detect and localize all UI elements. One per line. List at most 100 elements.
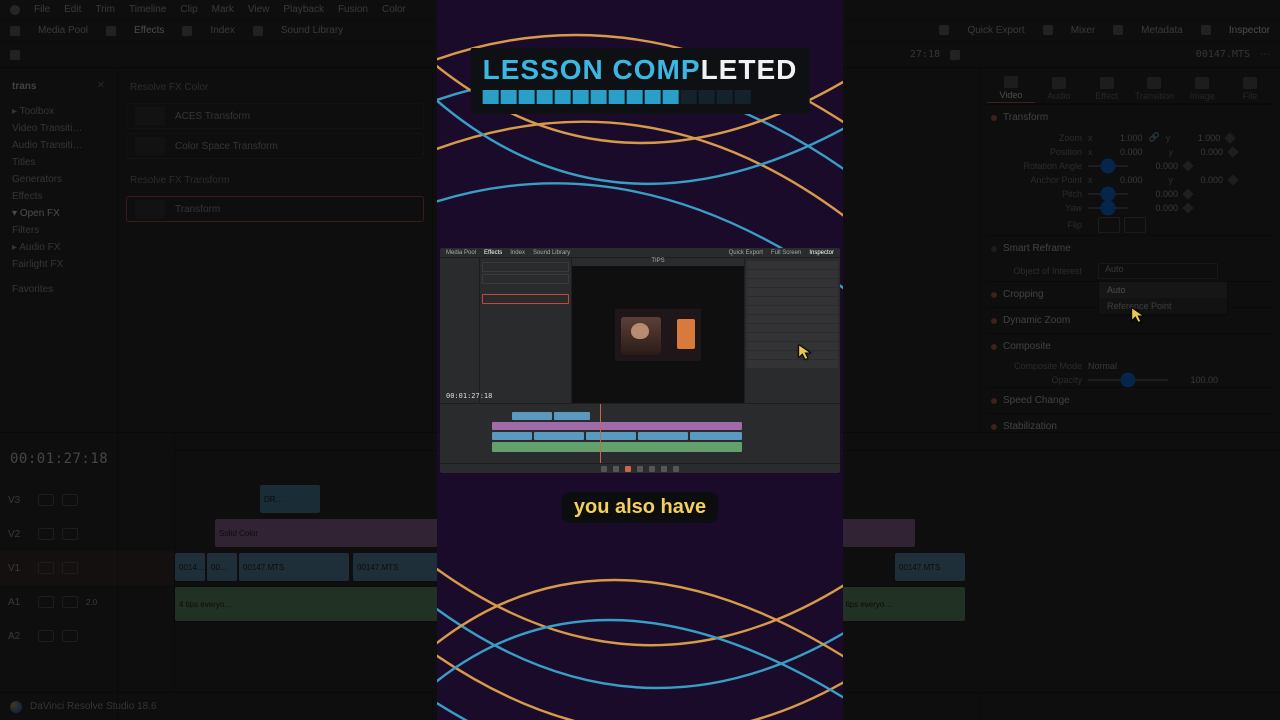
keyframe-icon[interactable] xyxy=(1227,146,1238,157)
clip-v3[interactable]: DR… xyxy=(260,485,320,513)
sidebar-item[interactable]: Fairlight FX xyxy=(6,256,111,273)
progress-bar xyxy=(483,90,798,104)
panel-metadata[interactable]: Metadata xyxy=(1141,25,1183,36)
fx-item-selected[interactable]: Transform xyxy=(126,196,424,222)
progress-cell xyxy=(681,90,697,104)
row-opacity[interactable]: Opacity100.00 xyxy=(987,373,1274,387)
sidebar-toolbox[interactable]: ▸ Toolbox xyxy=(6,103,111,120)
section-composite[interactable]: Composite xyxy=(987,333,1274,359)
mini-fx-list xyxy=(480,258,572,403)
tab-audio[interactable]: Audio xyxy=(1035,74,1083,103)
track-header-v2[interactable]: V2 xyxy=(0,517,174,551)
mini-title: TIPS xyxy=(572,258,744,266)
menu-color[interactable]: Color xyxy=(382,4,406,15)
opacity-slider[interactable] xyxy=(1088,379,1168,381)
row-rotation[interactable]: Rotation Angle0.000 xyxy=(987,159,1274,173)
menu-clip[interactable]: Clip xyxy=(180,4,197,15)
section-smart-reframe[interactable]: Smart Reframe xyxy=(987,235,1274,261)
keyframe-icon[interactable] xyxy=(1182,188,1193,199)
panel-sound-library[interactable]: Sound Library xyxy=(281,25,343,36)
progress-cell xyxy=(573,90,589,104)
tab-transition[interactable]: Transition xyxy=(1130,74,1178,103)
row-pitch[interactable]: Pitch0.000 xyxy=(987,187,1274,201)
flip-v-button[interactable] xyxy=(1124,217,1146,233)
track-header-a2[interactable]: A2 xyxy=(0,619,174,653)
media-pool-icon xyxy=(10,26,20,36)
clip-v1[interactable]: 00147.MTS xyxy=(895,553,965,581)
sidebar-item[interactable]: Titles xyxy=(6,154,111,171)
sidebar-item[interactable]: Effects xyxy=(6,188,111,205)
tab-file[interactable]: File xyxy=(1226,74,1274,103)
panel-quick-export[interactable]: Quick Export xyxy=(967,25,1024,36)
sidebar-item[interactable]: Audio Transiti… xyxy=(6,137,111,154)
sidebar-item[interactable]: Generators xyxy=(6,171,111,188)
track-header-v1[interactable]: V1 xyxy=(0,551,174,585)
section-speed-change[interactable]: Speed Change xyxy=(987,387,1274,413)
row-position[interactable]: Positionx0.000y0.000 xyxy=(987,145,1274,159)
keyframe-icon[interactable] xyxy=(1225,132,1236,143)
sidebar-item[interactable]: Video Transiti… xyxy=(6,120,111,137)
row-object-of-interest: Object of Interest Auto Auto Reference P… xyxy=(987,261,1274,281)
fx-item[interactable]: Color Space Transform xyxy=(126,133,424,159)
clear-search-icon[interactable]: ✕ xyxy=(91,77,111,94)
tab-image[interactable]: Image xyxy=(1178,74,1226,103)
rotation-slider[interactable] xyxy=(1088,165,1128,167)
dropdown-option-auto[interactable]: Auto xyxy=(1099,282,1227,298)
tab-video[interactable]: Video xyxy=(987,74,1035,103)
index-icon xyxy=(182,26,192,36)
mini-playhead xyxy=(600,404,601,463)
sidebar-favorites[interactable]: Favorites xyxy=(6,281,111,298)
clip-v1[interactable]: 0014… xyxy=(175,553,205,581)
row-composite-mode[interactable]: Composite ModeNormal xyxy=(987,359,1274,373)
clip-v1[interactable]: 00… xyxy=(207,553,237,581)
panel-inspector[interactable]: Inspector xyxy=(1229,25,1270,36)
track-header-a1[interactable]: A12.0 xyxy=(0,585,174,619)
pitch-slider[interactable] xyxy=(1088,193,1128,195)
cursor-icon xyxy=(1130,306,1154,330)
menu-playback[interactable]: Playback xyxy=(283,4,324,15)
image-icon xyxy=(1195,77,1209,89)
fx-thumb-icon xyxy=(135,137,165,155)
tab-effect[interactable]: Effect xyxy=(1083,74,1131,103)
sidebar-audio-fx[interactable]: ▸ Audio FX xyxy=(6,239,111,256)
menu-mark[interactable]: Mark xyxy=(212,4,234,15)
clip-a1[interactable]: 4 tips everyo… xyxy=(175,587,465,621)
track-headers: 00:01:27:18 V3 V2 V1 A12.0 A2 xyxy=(0,433,175,692)
keyframe-icon[interactable] xyxy=(1182,202,1193,213)
link-icon[interactable]: 🔗 xyxy=(1149,132,1160,143)
row-anchor[interactable]: Anchor Pointx0.000y0.000 xyxy=(987,173,1274,187)
object-of-interest-select[interactable]: Auto xyxy=(1098,263,1218,279)
menu-file[interactable]: File xyxy=(34,4,50,15)
fx-item[interactable]: ACES Transform xyxy=(126,103,424,129)
sidebar-open-fx[interactable]: ▾ Open FX xyxy=(6,205,111,222)
object-of-interest-dropdown: Auto Reference Point xyxy=(1098,281,1228,315)
panel-index[interactable]: Index xyxy=(210,25,234,36)
menu-fusion[interactable]: Fusion xyxy=(338,4,368,15)
section-transform[interactable]: Transform xyxy=(987,104,1274,130)
dropdown-option-reference[interactable]: Reference Point xyxy=(1099,298,1227,314)
clip-v1[interactable]: 00147.MTS xyxy=(239,553,349,581)
yaw-slider[interactable] xyxy=(1088,207,1128,209)
mini-sidebar xyxy=(440,258,480,403)
row-zoom[interactable]: Zoomx1.000🔗y1.000 xyxy=(987,130,1274,145)
flip-h-button[interactable] xyxy=(1098,217,1120,233)
mixer-icon xyxy=(1043,25,1053,35)
progress-cell xyxy=(591,90,607,104)
panel-toggle-icon[interactable] xyxy=(10,50,20,60)
row-yaw[interactable]: Yaw0.000 xyxy=(987,201,1274,215)
menu-trim[interactable]: Trim xyxy=(95,4,115,15)
inspector-more-icon[interactable]: ⋯ xyxy=(1260,49,1270,60)
menu-edit[interactable]: Edit xyxy=(64,4,81,15)
inspector-icon xyxy=(1201,25,1211,35)
keyframe-icon[interactable] xyxy=(1182,160,1193,171)
panel-effects[interactable]: Effects xyxy=(134,25,164,36)
viewer-opts-icon[interactable] xyxy=(950,50,960,60)
menu-view[interactable]: View xyxy=(248,4,270,15)
panel-mixer[interactable]: Mixer xyxy=(1071,25,1095,36)
clip-a1[interactable]: 4 tips everyo… xyxy=(835,587,965,621)
track-header-v3[interactable]: V3 xyxy=(0,483,174,517)
sidebar-item[interactable]: Filters xyxy=(6,222,111,239)
keyframe-icon[interactable] xyxy=(1227,174,1238,185)
panel-media-pool[interactable]: Media Pool xyxy=(38,25,88,36)
menu-timeline[interactable]: Timeline xyxy=(129,4,166,15)
